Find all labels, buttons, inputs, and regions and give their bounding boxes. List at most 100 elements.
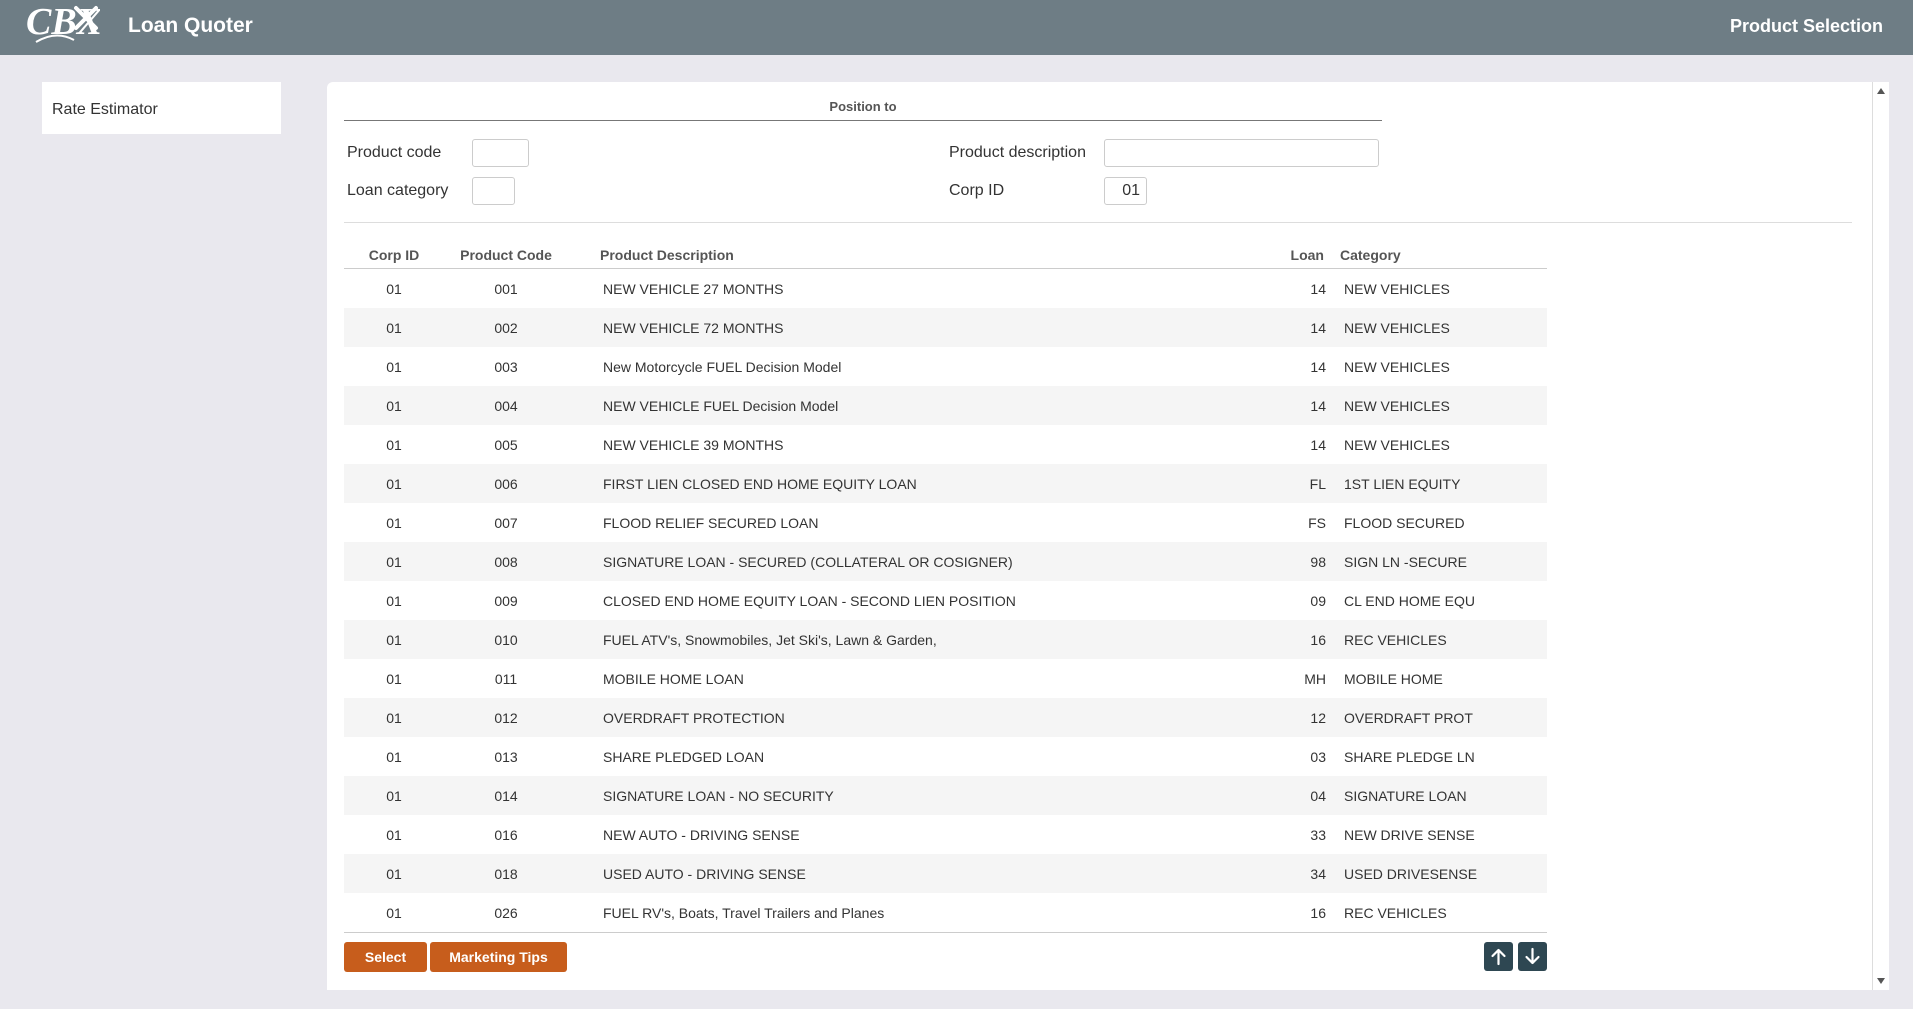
table-row[interactable]: 01 003 New Motorcycle FUEL Decision Model 1… xyxy=(344,347,1547,386)
table-row[interactable]: 01 018 USED AUTO - DRIVING SENSE 34 USED DRI… xyxy=(344,854,1547,893)
cell-category: NEW VEHICLES xyxy=(1344,437,1450,453)
cell-loan: 14 xyxy=(1310,437,1326,453)
main-panel: Position to Product code Product descrip… xyxy=(327,82,1889,990)
cell-product-code: 004 xyxy=(494,398,518,414)
cell-loan: 14 xyxy=(1310,320,1326,336)
cell-category: NEW VEHICLES xyxy=(1344,398,1450,414)
cell-product-description: NEW VEHICLE 72 MONTHS xyxy=(603,320,784,336)
table-header: Corp ID Product Code Product Description… xyxy=(344,239,1547,269)
cell-product-description: OVERDRAFT PROTECTION xyxy=(603,710,785,726)
sidebar-item-rate-estimator[interactable]: Rate Estimator xyxy=(42,82,281,134)
table-row[interactable]: 01 026 FUEL RV's, Boats, Travel Trailers a… xyxy=(344,893,1547,932)
cell-corp-id: 01 xyxy=(386,554,402,570)
cell-product-code: 014 xyxy=(494,788,518,804)
loan-category-input[interactable] xyxy=(472,177,515,205)
table-row[interactable]: 01 007 FLOOD RELIEF SECURED LOAN FS FLOOD SE… xyxy=(344,503,1547,542)
cell-corp-id: 01 xyxy=(386,905,402,921)
cell-corp-id: 01 xyxy=(386,749,402,765)
cell-category: SIGNATURE LOAN xyxy=(1344,788,1467,804)
cell-product-code: 010 xyxy=(494,632,518,648)
table-row[interactable]: 01 013 SHARE PLEDGED LOAN 03 SHARE PLEDGE LN xyxy=(344,737,1547,776)
table-row[interactable]: 01 014 SIGNATURE LOAN - NO SECURITY 04 SIGNA… xyxy=(344,776,1547,815)
cell-product-code: 013 xyxy=(494,749,518,765)
product-description-input[interactable] xyxy=(1104,139,1379,167)
header-loan[interactable]: Loan xyxy=(1244,247,1324,263)
header-category[interactable]: Category xyxy=(1340,247,1540,263)
cell-product-code: 007 xyxy=(494,515,518,531)
filter-divider xyxy=(344,222,1852,223)
cell-category: CL END HOME EQU xyxy=(1344,593,1475,609)
table-row[interactable]: 01 005 NEW VEHICLE 39 MONTHS 14 NEW VEHICLES xyxy=(344,425,1547,464)
page-title: Product Selection xyxy=(1729,16,1883,36)
cell-loan: 03 xyxy=(1310,749,1326,765)
select-button[interactable]: Select xyxy=(344,942,427,972)
loan-category-label: Loan category xyxy=(347,182,449,199)
cell-category: 1ST LIEN EQUITY xyxy=(1344,476,1461,492)
product-table: Corp ID Product Code Product Description… xyxy=(344,239,1547,933)
cell-corp-id: 01 xyxy=(386,359,402,375)
cell-loan: 14 xyxy=(1310,281,1326,297)
scroll-up-icon[interactable] xyxy=(1877,88,1885,94)
cell-loan: FL xyxy=(1309,476,1326,492)
cell-product-description: SIGNATURE LOAN - SECURED (COLLATERAL OR … xyxy=(603,554,1013,570)
cell-category: USED DRIVESENSE xyxy=(1344,866,1478,882)
table-row[interactable]: 01 012 OVERDRAFT PROTECTION 12 OVERDRAFT PRO… xyxy=(344,698,1547,737)
top-bar: CBX Loan Quoter Product Selection xyxy=(0,0,1913,55)
cell-category: SHARE PLEDGE LN xyxy=(1344,749,1475,765)
scroll-thumb[interactable] xyxy=(1877,102,1886,968)
table-row[interactable]: 01 009 CLOSED END HOME EQUITY LOAN - SECON… xyxy=(344,581,1547,620)
cell-product-description: FLOOD RELIEF SECURED LOAN xyxy=(603,515,819,531)
product-code-label: Product code xyxy=(347,144,442,161)
product-description-label: Product description xyxy=(949,144,1086,161)
cell-category: MOBILE HOME xyxy=(1344,671,1443,687)
table-row[interactable]: 01 008 SIGNATURE LOAN - SECURED (COLLATERA… xyxy=(344,542,1547,581)
table-row[interactable]: 01 006 FIRST LIEN CLOSED END HOME EQUITY L… xyxy=(344,464,1547,503)
header-corp-id[interactable]: Corp ID xyxy=(344,247,444,263)
cell-product-description: NEW AUTO - DRIVING SENSE xyxy=(603,827,800,843)
cell-product-description: NEW VEHICLE 27 MONTHS xyxy=(603,281,784,297)
table-row[interactable]: 01 016 NEW AUTO - DRIVING SENSE 33 NEW DRIVE… xyxy=(344,815,1547,854)
cell-loan: 14 xyxy=(1310,359,1326,375)
vertical-scrollbar[interactable] xyxy=(1872,82,1889,990)
position-to-header: Position to xyxy=(344,99,1382,121)
cell-loan: 16 xyxy=(1310,905,1326,921)
cell-loan: FS xyxy=(1308,515,1326,531)
header-product-description[interactable]: Product Description xyxy=(600,247,1200,263)
table-row[interactable]: 01 004 NEW VEHICLE FUEL Decision Model 14 NE… xyxy=(344,386,1547,425)
page-down-button[interactable] xyxy=(1518,942,1547,971)
cell-product-code: 009 xyxy=(494,593,518,609)
cell-product-description: FUEL RV's, Boats, Travel Trailers and Pl… xyxy=(603,905,885,921)
cell-product-code: 016 xyxy=(494,827,518,843)
cell-corp-id: 01 xyxy=(386,866,402,882)
cell-product-code: 011 xyxy=(494,671,518,687)
cell-category: REC VEHICLES xyxy=(1344,905,1447,921)
table-footer-line xyxy=(344,932,1547,933)
cell-corp-id: 01 xyxy=(386,671,402,687)
cell-category: OVERDRAFT PROT xyxy=(1344,710,1473,726)
scroll-down-icon[interactable] xyxy=(1877,978,1885,984)
cell-product-code: 012 xyxy=(494,710,518,726)
cell-product-code: 026 xyxy=(494,905,518,921)
cell-loan: 16 xyxy=(1310,632,1326,648)
cell-corp-id: 01 xyxy=(386,281,402,297)
cell-loan: MH xyxy=(1304,671,1326,687)
table-row[interactable]: 01 001 NEW VEHICLE 27 MONTHS 14 NEW VEHICLES xyxy=(344,269,1547,308)
corp-id-input[interactable] xyxy=(1104,177,1147,205)
cbx-logo: CBX xyxy=(26,2,100,43)
cell-product-code: 018 xyxy=(494,866,518,882)
page-up-button[interactable] xyxy=(1484,942,1513,971)
arrow-up-icon xyxy=(1491,948,1506,966)
table-row[interactable]: 01 002 NEW VEHICLE 72 MONTHS 14 NEW VEHICLES xyxy=(344,308,1547,347)
cell-loan: 14 xyxy=(1310,398,1326,414)
header-product-code[interactable]: Product Code xyxy=(444,247,568,263)
table-row[interactable]: 01 010 FUEL ATV's, Snowmobiles, Jet Ski's,… xyxy=(344,620,1547,659)
sidebar-item-label: Rate Estimator xyxy=(52,101,158,118)
cell-loan: 09 xyxy=(1310,593,1326,609)
cell-loan: 04 xyxy=(1310,788,1326,804)
cell-corp-id: 01 xyxy=(386,320,402,336)
marketing-tips-button[interactable]: Marketing Tips xyxy=(430,942,567,972)
cell-product-description: FIRST LIEN CLOSED END HOME EQUITY LOAN xyxy=(603,476,917,492)
product-code-input[interactable] xyxy=(472,139,529,167)
table-row[interactable]: 01 011 MOBILE HOME LOAN MH MOBILE HOME xyxy=(344,659,1547,698)
cell-product-code: 005 xyxy=(494,437,518,453)
